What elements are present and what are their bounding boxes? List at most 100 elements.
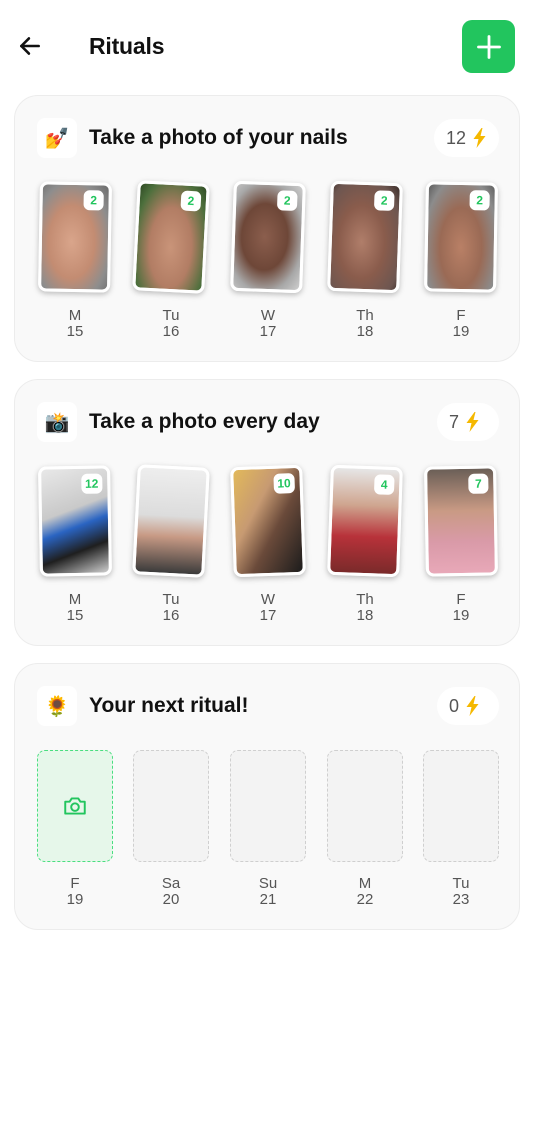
photo-count-badge: 10	[272, 473, 296, 494]
ritual-title: Your next ritual!	[89, 694, 249, 717]
day-entry: F 19	[37, 748, 113, 918]
photo-count-badge: 12	[80, 473, 103, 494]
day-entry: 2 M 15	[37, 180, 113, 350]
day-label: M	[358, 875, 372, 892]
day-entry: 2 Tu 16	[132, 180, 210, 350]
day-date: 16	[162, 323, 180, 340]
day-date: 19	[452, 323, 470, 340]
streak-count: 12	[445, 127, 466, 148]
empty-photo-slot	[230, 750, 306, 862]
plus-icon	[476, 34, 501, 59]
day-date: 21	[259, 891, 277, 908]
empty-photo-slot	[133, 750, 209, 862]
streak-badge: 7	[437, 403, 499, 441]
nail-photo[interactable]: 2	[38, 181, 112, 293]
streak-badge: 12	[433, 119, 499, 157]
ritual-title: Take a photo every day	[89, 410, 320, 433]
back-button[interactable]	[14, 30, 46, 62]
ritual-days: F 19 Sa 20 Su 21 M 22 Tu 23	[37, 748, 499, 918]
day-label: Tu	[162, 591, 180, 608]
daily-photo[interactable]: 12	[38, 465, 112, 577]
streak-count: 7	[449, 411, 460, 432]
day-entry: 7 F 19	[423, 464, 499, 634]
ritual-emoji: 📸	[37, 402, 77, 442]
day-label: Su	[258, 875, 278, 892]
photo-count-badge: 2	[180, 190, 202, 212]
lightning-bolt-icon	[466, 696, 479, 716]
add-ritual-button[interactable]	[462, 20, 515, 73]
day-date: 17	[259, 323, 277, 340]
nail-photo[interactable]: 2	[132, 180, 210, 294]
day-date: 23	[452, 891, 470, 908]
ritual-header: 📸 Take a photo every day 7	[37, 402, 499, 442]
day-entry: 12 M 15	[37, 464, 113, 634]
day-entry: 2 Th 18	[327, 180, 403, 350]
camera-icon	[64, 797, 86, 815]
day-date: 19	[452, 607, 470, 624]
ritual-title: Take a photo of your nails	[89, 126, 348, 149]
ritual-header: 💅 Take a photo of your nails 12	[37, 118, 499, 158]
photo-count-badge: 2	[469, 190, 490, 211]
nail-photo[interactable]: 2	[424, 181, 498, 293]
day-entry: Tu 16	[132, 464, 210, 634]
photo-count-badge: 4	[373, 474, 395, 495]
arrow-left-icon	[20, 37, 40, 55]
ritual-card[interactable]: 🌻 Your next ritual! 0 F 19 Sa 20 Su 21 M	[14, 663, 520, 930]
daily-photo[interactable]	[132, 464, 210, 578]
ritual-days: 12 M 15 Tu 16 10 W 17 4 Th 18 7 F 19	[37, 464, 499, 634]
ritual-days: 2 M 15 2 Tu 16 2 W 17 2 Th 18 2 F 19	[37, 180, 499, 350]
day-entry: Su 21	[230, 748, 306, 918]
empty-photo-slot	[423, 750, 499, 862]
day-date: 15	[66, 607, 84, 624]
day-label: Th	[356, 591, 374, 608]
photo-count-badge: 7	[468, 473, 489, 494]
day-label: M	[68, 307, 82, 324]
ritual-card[interactable]: 💅 Take a photo of your nails 12 2 M 15 2…	[14, 95, 520, 362]
day-entry: Tu 23	[423, 748, 499, 918]
day-date: 17	[259, 607, 277, 624]
lightning-bolt-icon	[473, 128, 486, 148]
day-date: 18	[356, 323, 374, 340]
day-date: 20	[162, 891, 180, 908]
day-label: F	[456, 307, 466, 324]
day-label: F	[456, 591, 466, 608]
ritual-card[interactable]: 📸 Take a photo every day 7 12 M 15 Tu 16…	[14, 379, 520, 646]
daily-photo[interactable]: 4	[327, 464, 403, 578]
ritual-emoji: 🌻	[37, 686, 77, 726]
streak-badge: 0	[437, 687, 499, 725]
day-label: F	[70, 875, 80, 892]
day-date: 22	[356, 891, 374, 908]
day-entry: 2 W 17	[230, 180, 306, 350]
day-entry: Sa 20	[133, 748, 209, 918]
day-entry: 2 F 19	[423, 180, 499, 350]
ritual-emoji: 💅	[37, 118, 77, 158]
streak-count: 0	[449, 695, 460, 716]
day-date: 16	[162, 607, 180, 624]
day-date: 18	[356, 607, 374, 624]
photo-count-badge: 2	[276, 190, 298, 211]
day-label: W	[260, 591, 276, 608]
lightning-bolt-icon	[466, 412, 479, 432]
day-label: W	[260, 307, 276, 324]
day-label: Sa	[161, 875, 181, 892]
day-entry: M 22	[327, 748, 403, 918]
add-photo-slot[interactable]	[37, 750, 113, 862]
day-entry: 10 W 17	[230, 464, 306, 634]
ritual-header: 🌻 Your next ritual! 0	[37, 686, 499, 726]
daily-photo[interactable]: 7	[424, 465, 498, 577]
photo-count-badge: 2	[373, 190, 395, 211]
daily-photo[interactable]: 10	[230, 464, 306, 578]
day-label: Tu	[162, 307, 180, 324]
day-label: M	[68, 591, 82, 608]
day-label: Th	[356, 307, 374, 324]
day-date: 19	[66, 891, 84, 908]
day-entry: 4 Th 18	[327, 464, 403, 634]
day-date: 15	[66, 323, 84, 340]
photo-count-badge: 2	[83, 190, 104, 211]
page-title: Rituals	[89, 33, 165, 59]
nail-photo[interactable]: 2	[327, 180, 403, 294]
nail-photo[interactable]: 2	[230, 180, 306, 294]
day-label: Tu	[452, 875, 470, 892]
empty-photo-slot	[327, 750, 403, 862]
header: Rituals	[0, 0, 533, 94]
